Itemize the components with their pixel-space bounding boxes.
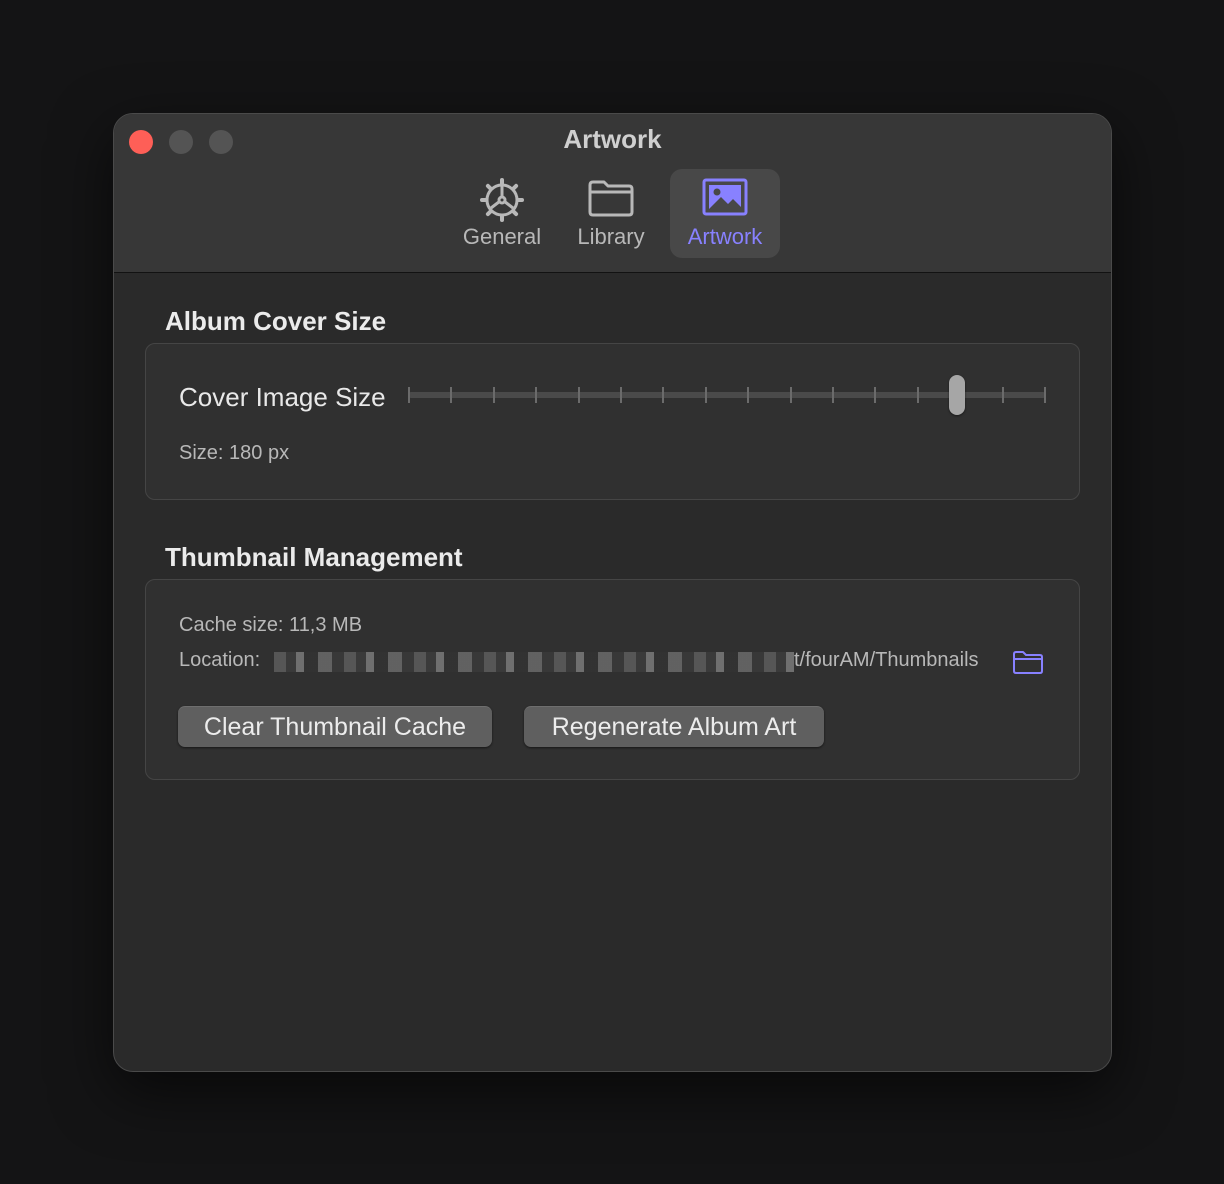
tab-artwork[interactable]: Artwork	[670, 169, 780, 258]
photo-icon	[701, 177, 749, 222]
album-cover-section-title: Album Cover Size	[165, 306, 387, 336]
cache-size-text: Cache size: 11,3 MB	[179, 614, 363, 636]
slider-tick	[535, 387, 537, 403]
location-row: Location: t/fourAM/Thumbnails	[179, 649, 1049, 677]
tab-library[interactable]: Library	[566, 169, 656, 258]
preferences-window: Artwork General Library Artwork Album Co…	[113, 113, 1112, 1072]
location-label: Location:	[179, 649, 261, 671]
window-title: Artwork	[563, 124, 662, 154]
tab-library-label: Library	[577, 224, 645, 249]
cover-size-slider[interactable]	[408, 374, 1046, 415]
slider-tick	[874, 387, 876, 403]
slider-tick	[662, 387, 664, 403]
slider-tick	[578, 387, 580, 403]
thumbnail-group: Cache size: 11,3 MB Location: t/fourAM/T…	[145, 579, 1080, 780]
tab-artwork-label: Artwork	[687, 224, 763, 249]
reveal-folder-icon[interactable]	[1012, 649, 1044, 675]
slider-tick	[705, 387, 707, 403]
slider-tick	[917, 387, 919, 403]
slider-tick	[790, 387, 792, 403]
clear-thumbnail-cache-button[interactable]: Clear Thumbnail Cache	[178, 706, 492, 747]
slider-tick	[1044, 387, 1046, 403]
folder-icon	[587, 177, 635, 224]
slider-tick	[832, 387, 834, 403]
titlebar: Artwork General Library Artwork	[114, 114, 1111, 273]
slider-tick	[408, 387, 410, 403]
slider-tick	[747, 387, 749, 403]
cover-size-slider-label: Cover Image Size	[179, 382, 386, 412]
location-path: t/fourAM/Thumbnails	[794, 649, 979, 671]
regenerate-album-art-button[interactable]: Regenerate Album Art	[524, 706, 824, 747]
slider-tick	[450, 387, 452, 403]
slider-thumb[interactable]	[949, 375, 965, 415]
slider-tick	[493, 387, 495, 403]
tab-general-label: General	[462, 224, 542, 249]
cover-size-value: Size: 180 px	[179, 442, 290, 464]
tab-general[interactable]: General	[452, 169, 552, 258]
album-cover-group: Cover Image Size Size: 180 px	[145, 343, 1080, 500]
redacted-path	[274, 652, 794, 672]
thumbnail-section-title: Thumbnail Management	[165, 542, 463, 572]
gear-icon	[479, 177, 525, 228]
slider-tick	[620, 387, 622, 403]
slider-tick	[1002, 387, 1004, 403]
